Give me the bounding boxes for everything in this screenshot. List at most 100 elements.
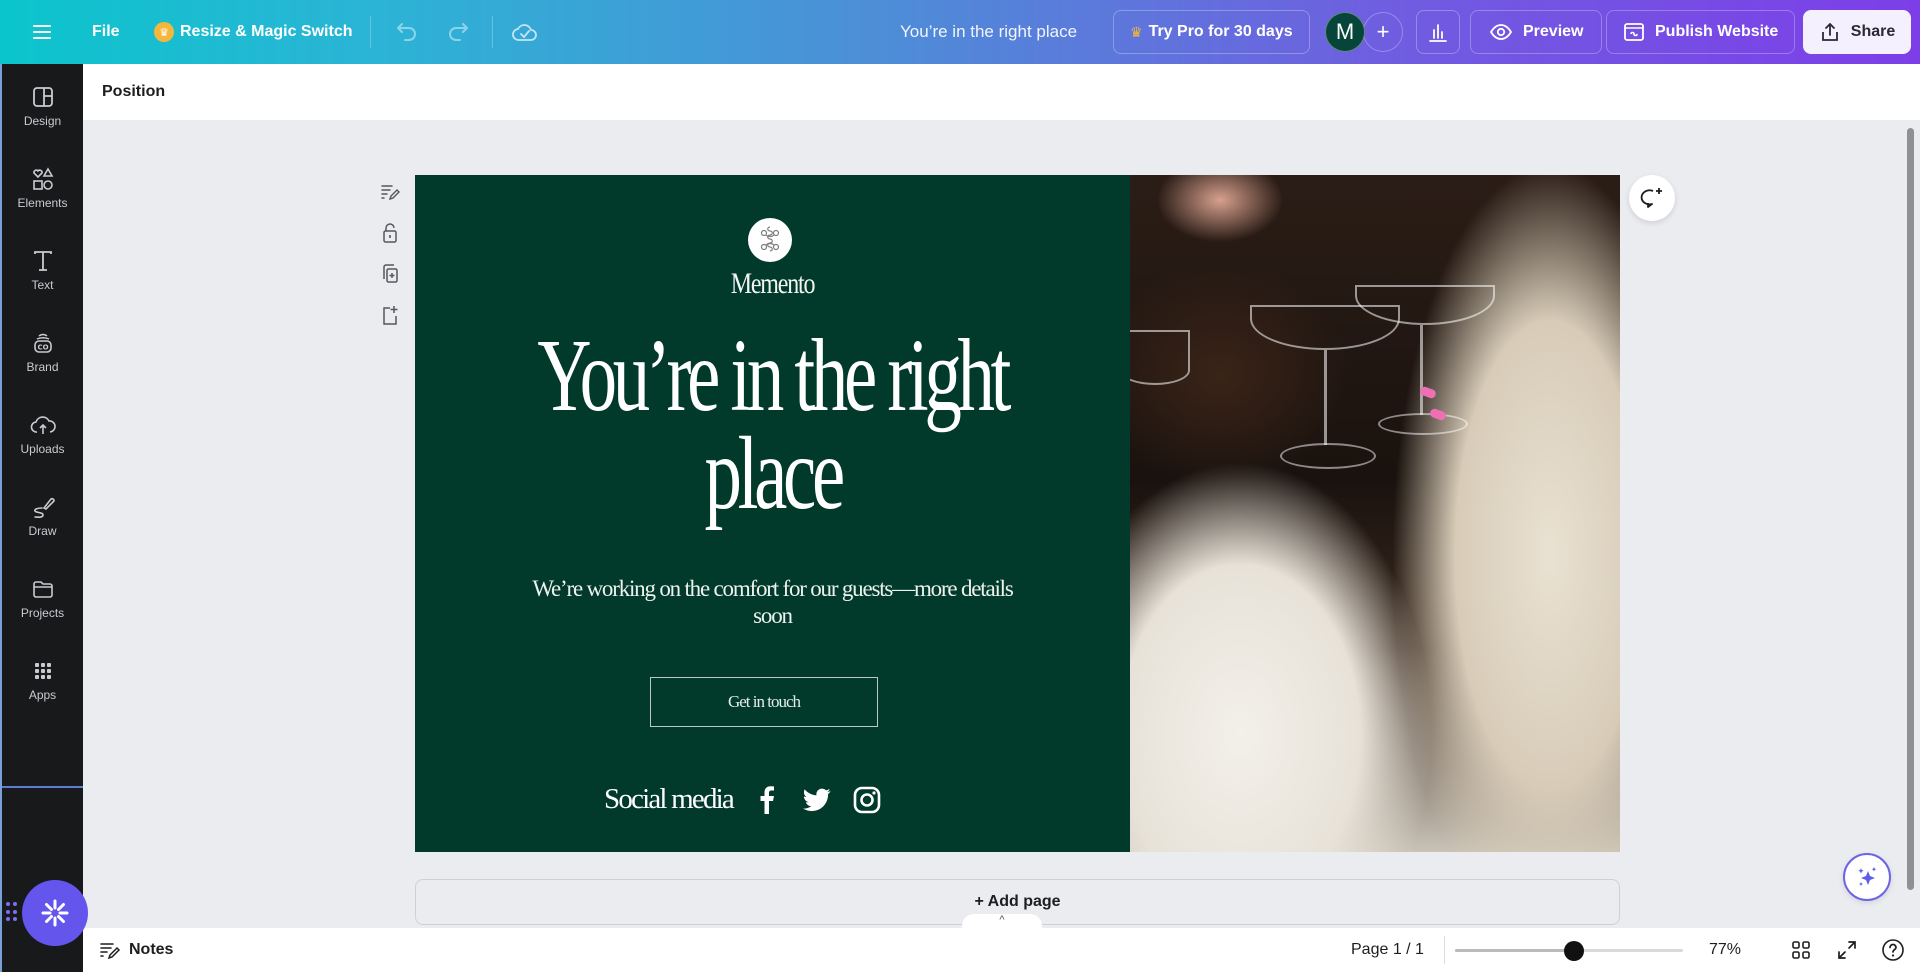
brand-icon: CO bbox=[33, 333, 52, 353]
toolbar-divider bbox=[370, 16, 371, 48]
social-media-label[interactable]: Social media bbox=[604, 783, 735, 816]
photo-glass bbox=[1130, 330, 1190, 385]
undo-icon bbox=[397, 23, 416, 41]
left-sidebar: Design Elements Text CO Brand Uploads Dr… bbox=[0, 64, 83, 972]
resize-label: Resize & Magic Switch bbox=[180, 23, 353, 40]
share-button[interactable]: Share bbox=[1803, 10, 1911, 54]
grid-view-icon bbox=[1792, 941, 1810, 959]
try-pro-label: Try Pro for 30 days bbox=[1148, 23, 1293, 40]
save-status-button[interactable] bbox=[505, 10, 545, 54]
notes-button[interactable]: Notes bbox=[99, 936, 173, 964]
canva-editor: File ♛ Resize & Magic Switch You’re in t… bbox=[0, 0, 1920, 972]
crown-icon: ♛ bbox=[1130, 23, 1143, 40]
instagram-icon[interactable] bbox=[853, 786, 881, 814]
page-notes-button[interactable] bbox=[378, 180, 402, 204]
grid-view-button[interactable] bbox=[1787, 936, 1815, 964]
publish-website-button[interactable]: Publish Website bbox=[1606, 10, 1796, 54]
fullscreen-button[interactable] bbox=[1833, 936, 1861, 964]
zoom-slider-thumb[interactable] bbox=[1563, 941, 1584, 961]
zoom-percentage[interactable]: 77% bbox=[1695, 936, 1755, 964]
website-icon bbox=[1624, 23, 1644, 41]
bar-chart-icon bbox=[1429, 24, 1447, 42]
resize-magic-switch-button[interactable]: ♛ Resize & Magic Switch bbox=[144, 10, 363, 54]
photo-glass-stem bbox=[1324, 350, 1327, 445]
undo-button[interactable] bbox=[386, 10, 426, 54]
text-icon bbox=[33, 251, 52, 271]
collapse-pages-toggle[interactable]: ^ bbox=[962, 914, 1042, 928]
drag-handle-icon[interactable] bbox=[6, 902, 18, 922]
twitter-icon[interactable] bbox=[803, 786, 831, 814]
sidebar-label: Elements bbox=[17, 196, 68, 210]
sidebar-item-draw[interactable]: Draw bbox=[2, 476, 83, 556]
try-pro-button[interactable]: ♛ Try Pro for 30 days bbox=[1113, 10, 1310, 54]
hamburger-icon bbox=[33, 25, 51, 39]
layout-icon bbox=[32, 87, 53, 107]
sparkles-icon bbox=[1858, 867, 1877, 886]
folder-icon bbox=[32, 581, 53, 598]
cloud-upload-icon bbox=[30, 416, 56, 434]
add-collaborator-button[interactable]: + bbox=[1363, 12, 1403, 52]
file-menu-button[interactable]: File bbox=[80, 10, 132, 54]
top-toolbar: File ♛ Resize & Magic Switch You’re in t… bbox=[0, 0, 1920, 64]
subtext[interactable]: We’re working on the comfort for our gue… bbox=[525, 575, 1020, 629]
memento-logo[interactable] bbox=[748, 218, 792, 262]
fullscreen-icon bbox=[1838, 941, 1856, 959]
bottom-bar: Notes Page 1 / 1 77% bbox=[83, 928, 1920, 972]
sidebar-item-projects[interactable]: Projects bbox=[2, 558, 83, 638]
design-page[interactable]: Memento You’re in the right place We’re … bbox=[415, 175, 1620, 852]
add-comment-button[interactable] bbox=[1629, 175, 1675, 221]
headline[interactable]: You’re in the right place bbox=[415, 318, 1130, 531]
lock-page-button[interactable] bbox=[378, 221, 402, 245]
magic-button[interactable] bbox=[22, 880, 88, 946]
sidebar-divider bbox=[2, 786, 83, 788]
position-button[interactable]: Position bbox=[102, 83, 165, 101]
add-page-tool-button[interactable] bbox=[378, 303, 402, 327]
plus-icon: + bbox=[1376, 19, 1390, 44]
notes-icon bbox=[100, 943, 121, 960]
champagne-photo[interactable] bbox=[1130, 175, 1620, 852]
shapes-icon bbox=[32, 167, 53, 190]
redo-icon bbox=[449, 23, 468, 41]
design-content-panel: Memento You’re in the right place We’re … bbox=[415, 175, 1130, 852]
sidebar-item-design[interactable]: Design bbox=[2, 66, 83, 146]
sidebar-item-text[interactable]: Text bbox=[2, 230, 83, 310]
magic-assistant-button[interactable] bbox=[1843, 853, 1891, 901]
user-avatar[interactable]: M bbox=[1325, 12, 1365, 52]
eye-icon bbox=[1489, 24, 1513, 40]
document-title[interactable]: You’re in the right place bbox=[880, 10, 1097, 54]
crown-icon: ♛ bbox=[154, 22, 174, 42]
notes-label: Notes bbox=[129, 941, 174, 958]
cloud-check-icon bbox=[512, 24, 537, 41]
preview-button[interactable]: Preview bbox=[1470, 10, 1603, 54]
help-button[interactable] bbox=[1879, 936, 1907, 964]
draw-icon bbox=[33, 497, 55, 518]
sidebar-item-brand[interactable]: CO Brand bbox=[2, 312, 83, 392]
share-label: Share bbox=[1850, 23, 1896, 40]
toolbar-divider bbox=[492, 16, 493, 48]
page-tools bbox=[378, 180, 402, 344]
photo-glass-base bbox=[1378, 413, 1468, 435]
headline-line-1: You’re in the right bbox=[537, 318, 1012, 433]
vertical-scrollbar[interactable] bbox=[1907, 128, 1914, 890]
page-indicator[interactable]: Page 1 / 1 bbox=[1351, 936, 1424, 964]
add-page-icon bbox=[383, 306, 398, 325]
headline-line-2: place bbox=[704, 416, 845, 531]
get-in-touch-button[interactable]: Get in touch bbox=[650, 677, 878, 727]
main-menu-button[interactable] bbox=[22, 10, 62, 54]
redo-button[interactable] bbox=[440, 10, 480, 54]
sidebar-item-apps[interactable]: Apps bbox=[2, 640, 83, 720]
brand-name[interactable]: Memento bbox=[487, 267, 1059, 301]
zoom-slider[interactable] bbox=[1455, 941, 1683, 961]
facebook-icon[interactable] bbox=[753, 785, 781, 814]
duplicate-page-button[interactable] bbox=[378, 262, 402, 286]
sidebar-label: Design bbox=[23, 114, 62, 128]
ornament-logo-icon bbox=[760, 226, 780, 252]
duplicate-page-icon bbox=[383, 264, 398, 283]
sidebar-item-uploads[interactable]: Uploads bbox=[2, 394, 83, 474]
sidebar-label: Text bbox=[31, 278, 54, 292]
photo-glass-base bbox=[1280, 443, 1376, 469]
photo-glass-stem bbox=[1420, 325, 1423, 415]
unlock-icon bbox=[383, 223, 397, 243]
insights-button[interactable] bbox=[1416, 10, 1460, 54]
sidebar-item-elements[interactable]: Elements bbox=[2, 148, 83, 228]
